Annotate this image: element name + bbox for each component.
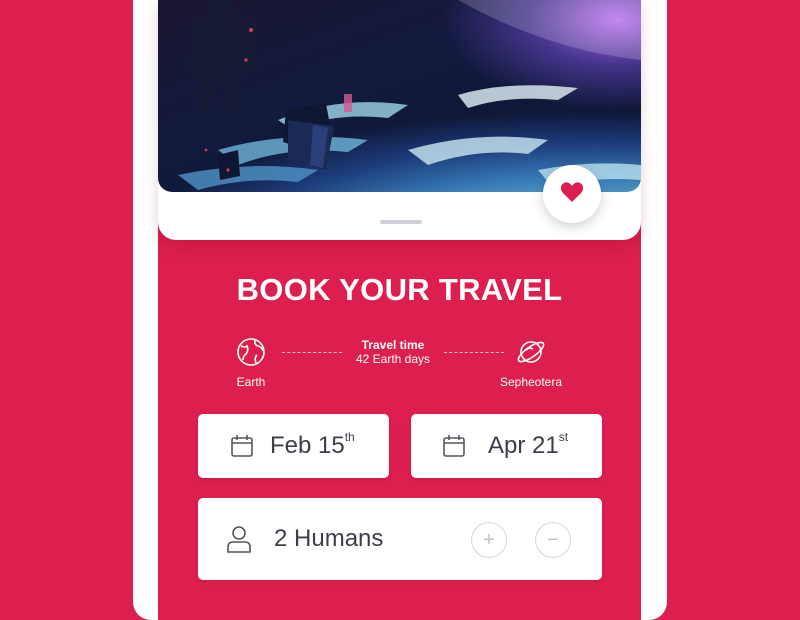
calendar-icon (442, 434, 466, 458)
page-title: BOOK YOUR TRAVEL (236, 272, 563, 307)
minus-icon: − (547, 528, 559, 551)
departure-suffix: th (344, 430, 355, 444)
calendar-icon (230, 434, 254, 458)
return-suffix: st (558, 430, 569, 444)
passenger-count: 2 Humans (274, 525, 384, 552)
favorite-button[interactable] (543, 165, 601, 223)
planet-icon (515, 341, 547, 372)
travel-time: Travel time 42 Earth days (335, 338, 451, 367)
travel-time-label: Travel time (361, 338, 425, 352)
travel-time-value: 42 Earth days (355, 352, 431, 366)
hero-image (158, 0, 641, 192)
destination-planet: Sepheotera (486, 336, 576, 389)
departure-day: Feb 15 (270, 432, 345, 459)
departure-date: Feb 15th (270, 430, 355, 460)
return-date: Apr 21st (488, 430, 569, 460)
destination-label: Sepheotera (499, 375, 563, 389)
drag-handle[interactable] (380, 220, 422, 224)
departure-date-field[interactable]: Feb 15th (198, 414, 389, 478)
globe-icon (235, 338, 267, 372)
increment-passengers-button[interactable]: + (471, 522, 507, 558)
origin-planet: Earth (206, 336, 296, 389)
heart-icon (560, 181, 584, 208)
return-day: Apr 21 (488, 432, 559, 459)
return-date-field[interactable]: Apr 21st (411, 414, 602, 478)
decrement-passengers-button[interactable]: − (535, 522, 571, 558)
passenger-field: 2 Humans + − (198, 498, 602, 580)
user-icon (226, 525, 252, 553)
route-line-left (282, 352, 342, 353)
origin-label: Earth (236, 375, 266, 389)
plus-icon: + (483, 528, 495, 551)
